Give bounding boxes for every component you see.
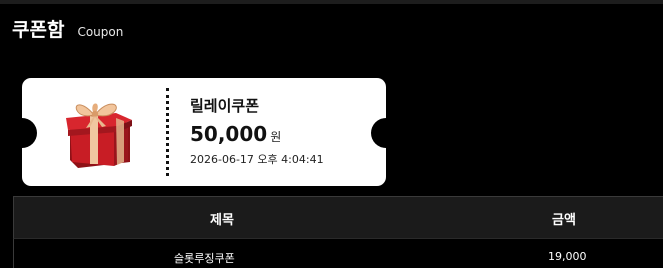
row-amount: 19,000 <box>548 250 587 263</box>
coupon-name: 릴레이쿠폰 <box>190 97 260 115</box>
coupon-info: 릴레이쿠폰 50,000 원 2026-06-17 오후 4:04:41 <box>190 96 324 167</box>
coupon-ticket[interactable]: 릴레이쿠폰 50,000 원 2026-06-17 오후 4:04:41 <box>7 78 401 186</box>
page-header: 쿠폰함 Coupon <box>12 15 123 42</box>
coupon-table: 제목 금액 슬롯루징쿠폰 19,000 <box>13 196 663 268</box>
gift-box-icon <box>66 103 132 168</box>
table-row[interactable]: 슬롯루징쿠폰 19,000 <box>13 238 663 268</box>
row-title: 슬롯루징쿠폰 <box>174 252 235 265</box>
coupon-amount-unit: 원 <box>270 130 282 144</box>
table-header: 제목 금액 <box>13 196 663 238</box>
top-strip <box>0 0 663 4</box>
coupon-page: 쿠폰함 Coupon 릴레이쿠폰 50,000 원 2026-06-17 오후 … <box>0 0 663 268</box>
page-subtitle: Coupon <box>77 25 124 39</box>
column-header-amount: 금액 <box>552 213 576 228</box>
column-header-title: 제목 <box>210 213 234 228</box>
coupon-datetime: 2026-06-17 오후 4:04:41 <box>190 153 324 166</box>
page-title: 쿠폰함 <box>12 19 65 41</box>
coupon-amount-value: 50,000 <box>190 122 268 146</box>
coupon-amount: 50,000 원 <box>190 122 324 149</box>
ticket-notch-left <box>7 118 37 148</box>
ticket-perforation <box>166 88 169 176</box>
ticket-notch-right <box>371 118 401 148</box>
